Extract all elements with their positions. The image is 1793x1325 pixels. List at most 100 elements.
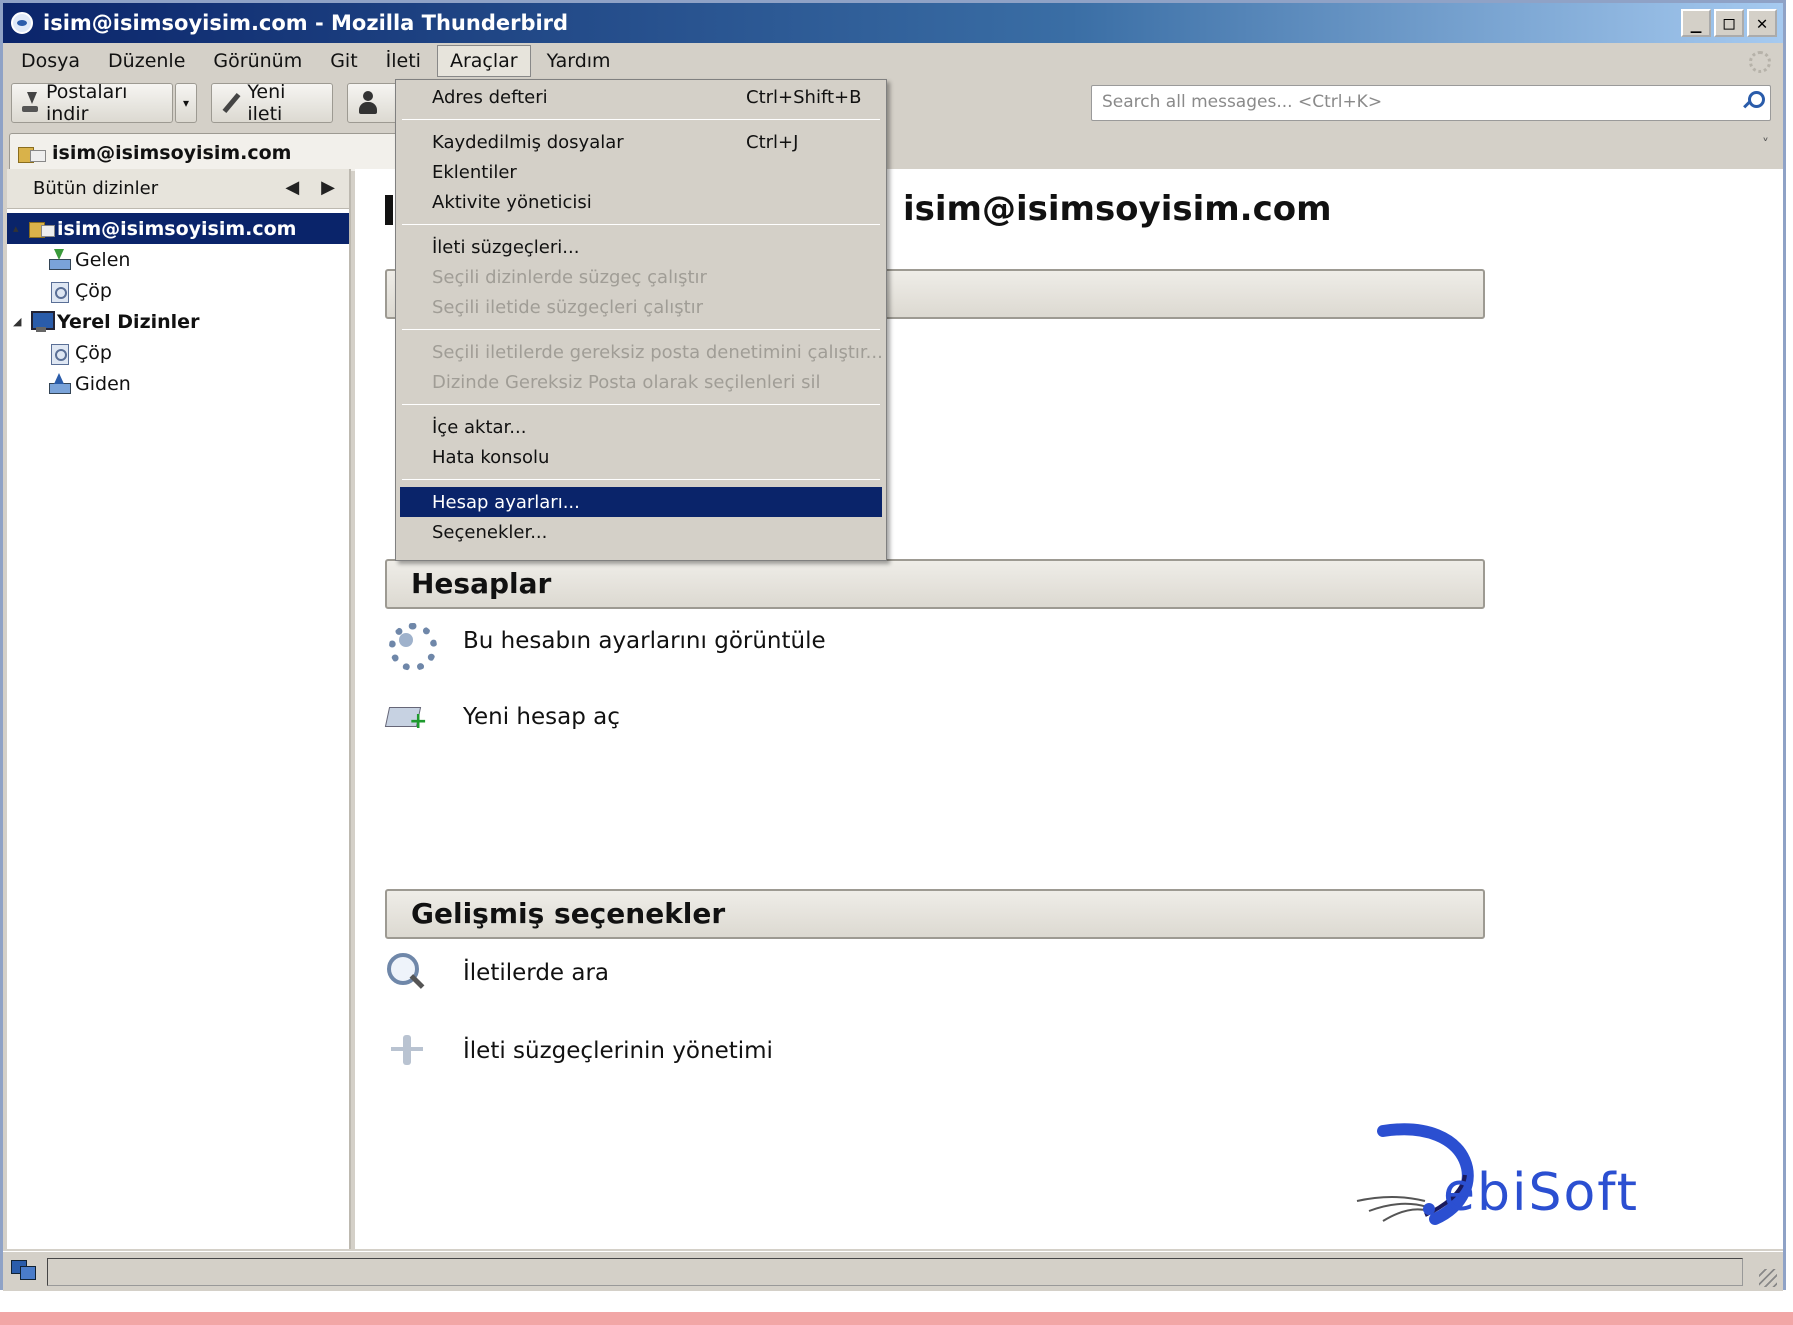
menu-item-junk-controls: Seçili iletilerde gereksiz posta denetim… bbox=[432, 341, 883, 363]
twisty-icon[interactable]: ▴ bbox=[13, 222, 25, 235]
prev-view-arrow-icon[interactable]: ◀ bbox=[285, 177, 299, 198]
menu-file[interactable]: Dosya bbox=[9, 46, 92, 76]
menu-separator bbox=[402, 404, 880, 405]
trash-icon bbox=[47, 342, 71, 365]
menu-item-account-settings[interactable]: Hesap ayarları... bbox=[400, 487, 882, 517]
menu-item-label: Adres defteri bbox=[432, 86, 548, 108]
search-messages-link[interactable]: İletilerde ara bbox=[385, 951, 609, 995]
action-label: Bu hesabın ayarlarını görüntüle bbox=[463, 628, 826, 654]
folder-label: Yerel Dizinler bbox=[57, 310, 200, 333]
menu-item-import[interactable]: İçe aktar... bbox=[396, 412, 886, 442]
menu-item-options[interactable]: Seçenekler... bbox=[396, 517, 886, 547]
window-controls: _ □ ✕ bbox=[1681, 9, 1777, 37]
menu-item-address-book[interactable]: Adres defteri Ctrl+Shift+B bbox=[396, 82, 886, 112]
menu-bar: Dosya Düzenle Görünüm Git İleti Araçlar … bbox=[3, 43, 1783, 79]
bottom-banner bbox=[0, 1312, 1793, 1325]
main-toolbar: Postaları indir ▾ Yeni ileti Search all … bbox=[3, 79, 1783, 129]
get-mail-button[interactable]: Postaları indir bbox=[11, 81, 173, 125]
computer-icon bbox=[29, 310, 55, 333]
new-account-icon bbox=[385, 695, 429, 739]
folder-account[interactable]: ▴ isim@isimsoyisim.com bbox=[7, 213, 349, 244]
view-account-settings-link[interactable]: Bu hesabın ayarlarını görüntüle bbox=[385, 619, 826, 671]
magnifier-icon bbox=[385, 951, 429, 995]
twisty-icon[interactable]: ◢ bbox=[13, 315, 25, 328]
account-icon bbox=[29, 218, 55, 240]
thunderbird-window: isim@isimsoyisim.com - Mozilla Thunderbi… bbox=[0, 0, 1786, 1291]
create-new-account-link[interactable]: Yeni hesap aç bbox=[385, 695, 620, 739]
folder-pane-header: Bütün dizinler ◀ ▶ bbox=[7, 169, 349, 209]
debisoft-logo: ebiSoft bbox=[1353, 1123, 1713, 1233]
menu-separator bbox=[402, 479, 880, 480]
menu-item-message-filters[interactable]: İleti süzgeçleri... bbox=[396, 232, 886, 262]
new-message-button[interactable]: Yeni ileti bbox=[211, 81, 333, 125]
address-book-icon bbox=[356, 91, 380, 115]
close-button[interactable]: ✕ bbox=[1747, 9, 1777, 37]
menu-item-addons[interactable]: Eklentiler bbox=[396, 157, 886, 187]
tab-account[interactable]: isim@isimsoyisim.com bbox=[9, 133, 409, 171]
folder-inbox[interactable]: Gelen bbox=[7, 244, 349, 275]
menu-help[interactable]: Yardım bbox=[535, 46, 623, 76]
folder-view-label[interactable]: Bütün dizinler bbox=[33, 178, 158, 199]
resize-grip-icon[interactable] bbox=[1759, 1269, 1777, 1287]
gear-icon bbox=[385, 619, 437, 671]
status-text-field bbox=[47, 1258, 1743, 1286]
get-mail-dropdown[interactable]: ▾ bbox=[175, 83, 197, 123]
trash-icon bbox=[47, 280, 71, 303]
next-view-arrow-icon[interactable]: ▶ bbox=[321, 177, 335, 198]
minimize-button[interactable]: _ bbox=[1681, 9, 1711, 37]
online-status-icon[interactable] bbox=[11, 1260, 36, 1280]
account-icon bbox=[18, 143, 46, 163]
section-advanced-header: Gelişmiş seçenekler bbox=[385, 889, 1485, 939]
menu-item-run-filters-message: Seçili iletide süzgeçleri çalıştır bbox=[432, 296, 704, 318]
folder-label: Çöp bbox=[75, 279, 112, 302]
logo-text: ebiSoft bbox=[1443, 1163, 1640, 1223]
folder-view-nav: ◀ ▶ bbox=[285, 177, 335, 198]
title-bar[interactable]: isim@isimsoyisim.com - Mozilla Thunderbi… bbox=[3, 3, 1783, 43]
search-input[interactable]: Search all messages... <Ctrl+K> bbox=[1091, 85, 1771, 121]
tab-strip: isim@isimsoyisim.com ˅ bbox=[3, 129, 1783, 171]
menu-separator bbox=[402, 329, 880, 330]
folder-label: Çöp bbox=[75, 341, 112, 364]
pencil-icon bbox=[220, 92, 241, 114]
folder-local-trash[interactable]: Çöp bbox=[7, 337, 349, 368]
filter-icon bbox=[385, 1029, 429, 1073]
menu-item-delete-junk: Dizinde Gereksiz Posta olarak seçilenler… bbox=[432, 371, 821, 393]
menu-separator bbox=[402, 119, 880, 120]
title-mark bbox=[385, 195, 393, 225]
search-icon[interactable] bbox=[1742, 91, 1765, 111]
tools-menu-popup: Adres defteri Ctrl+Shift+B Kaydedilmiş d… bbox=[395, 79, 887, 561]
action-label: İletilerde ara bbox=[463, 960, 610, 986]
thunderbird-icon bbox=[11, 12, 33, 34]
maximize-button[interactable]: □ bbox=[1714, 9, 1744, 37]
menu-message[interactable]: İleti bbox=[374, 46, 433, 76]
menu-go[interactable]: Git bbox=[318, 46, 369, 76]
manage-filters-link[interactable]: İleti süzgeçlerinin yönetimi bbox=[385, 1029, 773, 1073]
folder-pane: Bütün dizinler ◀ ▶ ▴ isim@isimsoyisim.co… bbox=[7, 169, 351, 1249]
folder-label: Gelen bbox=[75, 248, 131, 271]
chevron-down-icon[interactable]: ˅ bbox=[1762, 137, 1769, 153]
folder-label: isim@isimsoyisim.com bbox=[57, 217, 297, 240]
menu-edit[interactable]: Düzenle bbox=[96, 46, 197, 76]
folder-label: Giden bbox=[75, 372, 131, 395]
menu-item-saved-files[interactable]: Kaydedilmiş dosyalar Ctrl+J bbox=[396, 127, 886, 157]
outbox-icon bbox=[47, 372, 71, 395]
activity-throbber-icon bbox=[1749, 51, 1771, 73]
folder-outbox[interactable]: Giden bbox=[7, 368, 349, 399]
menu-item-run-filters-folders: Seçili dizinlerde süzgeç çalıştır bbox=[432, 266, 707, 288]
action-label: Yeni hesap aç bbox=[463, 704, 620, 730]
account-title: isim@isimsoyisim.com bbox=[903, 189, 1332, 229]
menu-item-shortcut: Ctrl+Shift+B bbox=[746, 86, 862, 108]
status-bar bbox=[3, 1251, 1783, 1291]
inbox-icon bbox=[47, 248, 71, 271]
menu-view[interactable]: Görünüm bbox=[201, 46, 314, 76]
menu-item-error-console[interactable]: Hata konsolu bbox=[396, 442, 886, 472]
action-label: İleti süzgeçlerinin yönetimi bbox=[463, 1038, 773, 1064]
search-placeholder: Search all messages... <Ctrl+K> bbox=[1102, 92, 1383, 112]
menu-item-activity-manager[interactable]: Aktivite yöneticisi bbox=[396, 187, 886, 217]
menu-item-shortcut: Ctrl+J bbox=[746, 131, 799, 153]
menu-tools[interactable]: Araçlar bbox=[436, 45, 531, 77]
folder-local-folders[interactable]: ◢ Yerel Dizinler bbox=[7, 306, 349, 337]
tab-label: isim@isimsoyisim.com bbox=[52, 141, 292, 164]
folder-trash[interactable]: Çöp bbox=[7, 275, 349, 306]
new-message-label: Yeni ileti bbox=[247, 81, 286, 125]
